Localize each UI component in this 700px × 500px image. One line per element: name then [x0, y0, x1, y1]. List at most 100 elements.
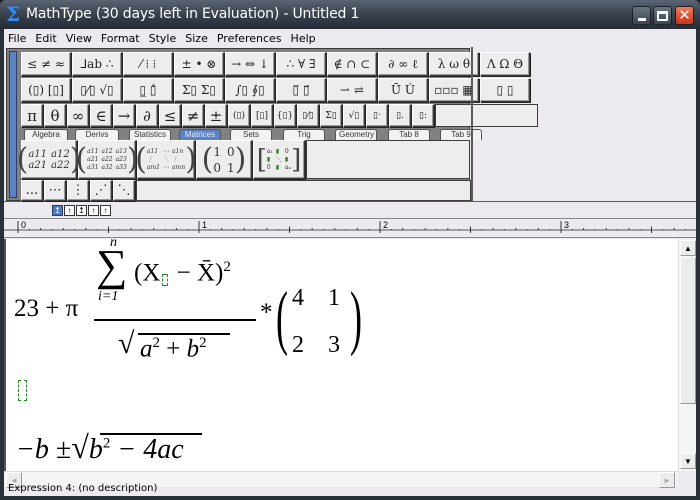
less-equal-button[interactable]: ≤ [159, 104, 181, 127]
tab-sets[interactable]: Sets [230, 129, 272, 140]
partial-button[interactable]: ∂ [136, 104, 158, 127]
brackets-button[interactable]: [▯] [251, 104, 273, 127]
up-diagonal-ellipsis-button[interactable]: ⋰ [90, 180, 112, 201]
align-relational-button[interactable]: ↑ [100, 205, 111, 216]
scroll-right-icon: ► [663, 475, 671, 485]
symbol-palette-row: ≤ ≠ ≈ ⅃ab ∴ ⁄ ⁞ ⁞ ± • ⊗ → ⇔ ↓ ∴ ∀ ∃ ∉ ∩ … [21, 52, 531, 76]
denom-a-exponent: 2 [152, 335, 161, 351]
midline-ellipsis-button[interactable]: ⋯ [44, 180, 66, 201]
element-of-button[interactable]: ∈ [90, 104, 112, 127]
infinity-button[interactable]: ∞ [67, 104, 89, 127]
identity-matrix-button[interactable]: ( 1 0 0 1 ) [196, 140, 252, 179]
fraction-radical-templates-button[interactable]: ▯⁄▯ √▯ [72, 78, 122, 102]
menu-format[interactable]: Format [97, 32, 145, 45]
labeled-arrow-templates-button[interactable]: ⇀ ⇌ [327, 78, 377, 102]
matrix-mxn-button[interactable]: ( a11 ⋯ a1n ⋮ ⋱ ⋮ am1 ⋯ amn) [135, 140, 197, 179]
align-right-button[interactable]: ↥ [76, 205, 87, 216]
tab-geometry[interactable]: Geometry [335, 129, 377, 140]
set-theory-palette-button[interactable]: ∉ ∩ ⊂ [327, 52, 377, 76]
tab-matrices[interactable]: Matrices [179, 129, 221, 140]
summation-button[interactable]: Σ▯ [320, 104, 342, 127]
menu-edit[interactable]: Edit [31, 32, 61, 45]
sum-lower-limit: i=1 [98, 289, 119, 304]
scroll-up-icon: ▲ [684, 243, 692, 253]
menu-size[interactable]: Size [181, 32, 213, 45]
scroll-down-button[interactable]: ▼ [680, 453, 696, 469]
right-arrow-button[interactable]: → [113, 104, 135, 127]
tab-statistics[interactable]: Statistics [129, 129, 171, 140]
vertical-scrollbar[interactable]: ▲ ▼ [678, 239, 696, 471]
dots-palette-row: ... ⋯ ⋮ ⋰ ⋱ [21, 180, 471, 201]
relations-palette-button[interactable]: ≤ ≠ ≈ [21, 52, 71, 76]
greek-upper-palette-button[interactable]: Λ Ω Θ [480, 52, 530, 76]
menu-preferences[interactable]: Preferences [213, 32, 287, 45]
theta-button[interactable]: θ [44, 104, 66, 127]
sub-superscript-button[interactable]: ▯: [412, 104, 434, 127]
numerator-exponent: 2 [223, 259, 231, 275]
menu-file[interactable]: File [4, 32, 31, 45]
matrix-entry: amn [171, 164, 186, 171]
vertical-ellipsis-button[interactable]: ⋮ [67, 180, 89, 201]
box-templates-button[interactable]: ▯ ▯ [480, 78, 530, 102]
matrix-entry: a22 [101, 156, 113, 163]
align-left-button[interactable]: ↥ [52, 205, 63, 216]
empty-slot-placeholder[interactable] [162, 274, 169, 287]
matrix-2x2-button[interactable]: ( a11 a12 a21 a22 ) [17, 140, 81, 179]
products-templates-button[interactable]: Ū̇ U̇ [378, 78, 428, 102]
toolbar-grip-handle[interactable] [9, 51, 17, 198]
vertical-scroll-thumb[interactable] [680, 257, 696, 404]
tab-8[interactable]: Tab 8 [388, 129, 430, 140]
baseline-ellipsis-button[interactable]: ... [21, 180, 43, 201]
status-bar-text: Expression 4: (no description) [8, 483, 158, 494]
matrix-3x3-button[interactable]: ( a11 a12 a13 a21 a22 a23 a31 a32 a33) [75, 140, 139, 179]
tab-trig[interactable]: Trig [283, 129, 325, 140]
spaces-ellipses-palette-button[interactable]: ⅃ab ∴ [72, 52, 122, 76]
title-bar[interactable]: Σ MathType (30 days left in Evaluation) … [0, 0, 700, 29]
ruler-label: 0 [21, 220, 26, 230]
fence-templates-button[interactable]: (▯) [▯] [21, 78, 71, 102]
align-center-button[interactable]: ↑ [64, 205, 75, 216]
menu-help[interactable]: Help [287, 32, 321, 45]
logical-palette-button[interactable]: ∴ ∀ ∃ [276, 52, 326, 76]
diagonal-matrix-button[interactable]: [ a₁ ▮ 0 ▮ ⋱ ▮ 0 ▮ aₙ] [253, 140, 305, 179]
superscript-button[interactable]: ▯ˑ [366, 104, 388, 127]
close-button[interactable]: ✕ [675, 6, 694, 25]
empty-expression-placeholder[interactable] [18, 380, 27, 401]
window-title: MathType (30 days left in Evaluation) - … [26, 6, 360, 22]
fraction-button[interactable]: ▯⁄▯ [297, 104, 319, 127]
tab-9[interactable]: Tab 9 [440, 129, 482, 140]
summation-templates-button[interactable]: Σ▯ Σ▯ [174, 78, 224, 102]
small-bar-empty-slot [435, 104, 538, 127]
matrix-palette-row: ( a11 a12 a21 a22 ) (a11 a12 a13 a21 a2… [17, 140, 470, 179]
arrows-palette-button[interactable]: → ⇔ ↓ [225, 52, 275, 76]
alignment-buttons: ↥ ↑ ↥ ↑ ↑ [52, 205, 112, 216]
misc-symbols-palette-button[interactable]: ∂ ∞ ℓ [378, 52, 428, 76]
not-equal-button[interactable]: ≠ [182, 104, 204, 127]
ruler[interactable]: 0 1 2 3 [4, 218, 696, 238]
parentheses-button[interactable]: (▯) [228, 104, 250, 127]
braces-button[interactable]: {▯} [274, 104, 296, 127]
matrix-cell: 4 [292, 285, 304, 311]
subscript-templates-button[interactable]: ▯̲ ▯̂ [123, 78, 173, 102]
pi-button[interactable]: π [21, 104, 43, 127]
down-diagonal-ellipsis-button[interactable]: ⋱ [113, 180, 135, 201]
integral-templates-button[interactable]: ∫▯ ∮▯ [225, 78, 275, 102]
tab-derivs[interactable]: Derivs [75, 129, 119, 140]
minimize-button[interactable] [632, 6, 651, 25]
maximize-button[interactable] [653, 6, 672, 25]
matrix-entry: ⋱ [162, 156, 169, 163]
scroll-up-button[interactable]: ▲ [680, 240, 696, 256]
equation-document[interactable]: 23 + π ∑ n i=1 (X − X̄)2 √ a2 + b2 * ( 4… [4, 239, 696, 471]
operators-palette-button[interactable]: ± • ⊗ [174, 52, 224, 76]
align-decimal-button[interactable]: ↑ [88, 205, 99, 216]
scroll-right-button[interactable]: ► [659, 472, 675, 488]
bar-arrow-templates-button[interactable]: ▯̅ ▯⃗ [276, 78, 326, 102]
tab-algebra[interactable]: Algebra [24, 129, 68, 140]
subscript-button[interactable]: ▯. [389, 104, 411, 127]
plus-minus-button[interactable]: ± [205, 104, 227, 127]
embellishments-palette-button[interactable]: ⁄ ⁞ ⁞ [123, 52, 173, 76]
menu-view[interactable]: View [62, 32, 97, 45]
square-root-button[interactable]: √▯ [343, 104, 365, 127]
scroll-down-icon: ▼ [684, 456, 692, 466]
menu-style[interactable]: Style [145, 32, 182, 45]
